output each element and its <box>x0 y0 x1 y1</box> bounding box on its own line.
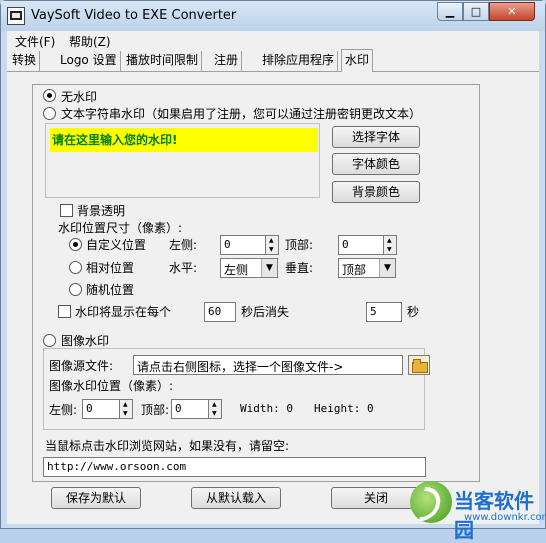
watermark-panel: 无水印 文本字符串水印（如果启用了注册，您可以通过注册密钥更改文本） 请在这里输… <box>32 84 480 482</box>
custom-position-radio[interactable] <box>69 238 82 251</box>
image-position-label: 图像水印位置（像素）: <box>49 379 174 393</box>
site-watermark-url: www.downkr.com <box>464 512 546 523</box>
menu-help[interactable]: 帮助(Z) <box>69 33 111 50</box>
img-left-stepper[interactable] <box>119 399 133 419</box>
url-input[interactable]: http://www.orsoon.com <box>43 457 426 477</box>
tab-convert[interactable]: 转换 <box>9 51 41 71</box>
app-window: VaySoft Video to EXE Converter ▁ □ ✕ 文件(… <box>0 0 546 542</box>
top-offset-input[interactable]: 0 <box>338 235 384 255</box>
duration-input[interactable]: 5 <box>366 302 402 322</box>
tab-exclude-apps[interactable]: 排除应用程序 <box>259 51 339 71</box>
select-font-button[interactable]: 选择字体 <box>332 126 420 148</box>
show-every-checkbox[interactable] <box>58 305 71 318</box>
random-position-radio[interactable] <box>69 283 82 296</box>
menu-bar: 文件(F) 帮助(Z) <box>7 31 539 49</box>
image-watermark-label: 图像水印 <box>61 334 110 348</box>
vertical-select[interactable]: 顶部 ▼ <box>338 258 396 278</box>
tab-play-time-limit[interactable]: 播放时间限制 <box>123 51 203 71</box>
chevron-down-icon: ▼ <box>379 259 395 277</box>
transparent-bg-label: 背景透明 <box>77 204 126 218</box>
position-size-label: 水印位置尺寸（像素）: <box>58 221 183 235</box>
top-offset-stepper[interactable] <box>383 235 397 255</box>
left-label: 左侧: <box>169 238 198 252</box>
img-left-label: 左侧: <box>49 403 78 417</box>
site-watermark: 当客软件园 www.downkr.com <box>406 481 546 542</box>
chevron-down-icon: ▼ <box>261 259 277 277</box>
horizontal-select[interactable]: 左侧 ▼ <box>220 258 278 278</box>
text-watermark-radio[interactable] <box>43 107 56 120</box>
img-top-input[interactable]: 0 <box>171 399 209 419</box>
seconds-label: 秒 <box>407 305 420 319</box>
load-default-button[interactable]: 从默认载入 <box>191 487 281 509</box>
horizontal-value: 左侧 <box>224 263 249 277</box>
top-label: 顶部: <box>285 238 314 252</box>
tab-logo-settings[interactable]: Logo 设置 <box>57 51 121 71</box>
show-every-label: 水印将显示在每个 <box>75 305 172 319</box>
tab-register[interactable]: 注册 <box>211 51 243 71</box>
image-width-label: Width: 0 <box>240 402 293 415</box>
vertical-value: 顶部 <box>342 263 367 277</box>
img-left-input[interactable]: 0 <box>82 399 120 419</box>
no-watermark-label: 无水印 <box>61 90 98 104</box>
client-area: 转换 Logo 设置 播放时间限制 注册 排除应用程序 水印 无水印 文本字符串… <box>7 49 539 524</box>
image-source-label: 图像源文件: <box>49 359 114 373</box>
font-color-button[interactable]: 字体颜色 <box>332 153 420 175</box>
relative-position-label: 相对位置 <box>86 261 135 275</box>
bg-color-button[interactable]: 背景颜色 <box>332 181 420 203</box>
img-top-stepper[interactable] <box>208 399 222 419</box>
custom-position-label: 自定义位置 <box>86 238 147 252</box>
image-watermark-radio[interactable] <box>43 334 56 347</box>
text-watermark-label: 文本字符串水印（如果启用了注册，您可以通过注册密钥更改文本） <box>61 107 422 121</box>
tab-strip-line <box>7 71 539 72</box>
url-label: 当鼠标点击水印浏览网站，如果没有，请留空: <box>45 439 290 453</box>
menu-file[interactable]: 文件(F) <box>15 33 55 50</box>
window-title: VaySoft Video to EXE Converter <box>31 8 237 23</box>
left-offset-stepper[interactable] <box>265 235 279 255</box>
tab-watermark[interactable]: 水印 <box>341 49 374 72</box>
seconds-then-hide-label: 秒后消失 <box>241 305 290 319</box>
image-watermark-group: 图像源文件: 请点击右侧图标，选择一个图像文件-> 图像水印位置（像素）: 左侧… <box>43 348 430 430</box>
watermark-text-input[interactable]: 请在这里输入您的水印! <box>50 128 318 152</box>
minimize-button[interactable]: ▁ <box>437 2 463 21</box>
no-watermark-radio[interactable] <box>43 89 56 102</box>
random-position-label: 随机位置 <box>86 283 135 297</box>
save-default-button[interactable]: 保存为默认 <box>51 487 141 509</box>
horizontal-label: 水平: <box>169 261 198 275</box>
interval-input[interactable]: 60 <box>204 302 236 322</box>
folder-icon[interactable] <box>408 355 430 375</box>
title-bar[interactable]: VaySoft Video to EXE Converter ▁ □ ✕ <box>1 1 545 31</box>
app-icon <box>7 7 25 25</box>
maximize-button[interactable]: □ <box>463 2 489 21</box>
relative-position-radio[interactable] <box>69 261 82 274</box>
watermark-text-box: 请在这里输入您的水印! <box>45 123 320 198</box>
left-offset-input[interactable]: 0 <box>220 235 266 255</box>
site-logo-icon <box>410 481 452 523</box>
img-top-label: 顶部: <box>141 403 170 417</box>
image-height-label: Height: 0 <box>314 402 374 415</box>
image-source-input[interactable]: 请点击右侧图标，选择一个图像文件-> <box>133 355 403 375</box>
transparent-bg-checkbox[interactable] <box>60 204 73 217</box>
close-window-button[interactable]: ✕ <box>489 2 535 21</box>
vertical-label: 垂直: <box>285 261 314 275</box>
